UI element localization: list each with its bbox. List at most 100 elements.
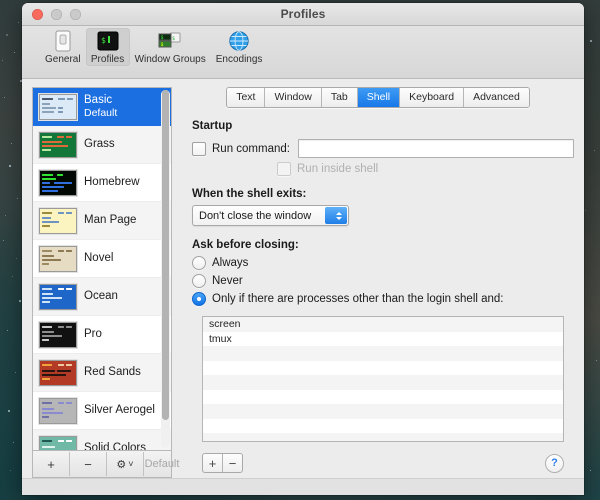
general-prefs-icon <box>50 30 76 52</box>
ask-only-if-processes-label: Only if there are processes other than t… <box>212 293 504 305</box>
profile-name: Man Page <box>84 214 136 227</box>
tab-tab[interactable]: Tab <box>322 88 358 107</box>
shell-exits-dropdown[interactable]: Don't close the window <box>192 205 349 226</box>
shell-settings-pane: Startup Run command: Run inside shell Wh… <box>182 120 574 478</box>
table-row-empty <box>203 419 563 434</box>
profile-name: Grass <box>84 138 115 151</box>
profile-thumbnail <box>39 208 77 234</box>
run-command-label: Run command: <box>212 143 290 155</box>
table-row-empty <box>203 375 563 390</box>
tab-window[interactable]: Window <box>265 88 321 107</box>
profile-name: Homebrew <box>84 176 140 189</box>
settings-tabbar: Text Window Tab Shell Keyboard Advanced <box>182 87 574 108</box>
profile-name: Red Sands <box>84 366 141 379</box>
list-item[interactable]: Solid Colors <box>33 430 171 450</box>
profile-thumbnail <box>39 170 77 196</box>
svg-text:$: $ <box>101 36 106 45</box>
tab-keyboard[interactable]: Keyboard <box>400 88 464 107</box>
profile-thumbnail <box>39 94 77 120</box>
profile-thumbnail <box>39 360 77 386</box>
toolbar-item-window-groups[interactable]: $ $ $ Window Groups <box>130 28 211 66</box>
list-item[interactable]: Grass <box>33 126 171 164</box>
add-process-button[interactable]: + <box>203 454 223 472</box>
toolbar-item-encodings[interactable]: Encodings <box>211 28 268 66</box>
ask-only-if-processes-row[interactable]: Only if there are processes other than t… <box>192 292 574 306</box>
ask-never-radio[interactable] <box>192 274 206 288</box>
table-row-empty <box>203 361 563 376</box>
list-item[interactable]: Ocean <box>33 278 171 316</box>
profile-thumbnail <box>39 284 77 310</box>
profile-default-badge: Default <box>84 107 117 119</box>
profile-thumbnail <box>39 322 77 348</box>
ask-never-row[interactable]: Never <box>192 274 574 288</box>
toolbar-item-profiles[interactable]: $ Profiles <box>86 28 130 66</box>
window-titlebar: Profiles <box>22 3 584 26</box>
ask-before-closing-label: Ask before closing: <box>192 239 574 251</box>
list-item[interactable]: Pro <box>33 316 171 354</box>
tab-advanced[interactable]: Advanced <box>464 88 529 107</box>
profiles-sidebar: Basic Default Grass <box>32 87 172 478</box>
profile-name: Ocean <box>84 290 118 303</box>
main-pane: Text Window Tab Shell Keyboard Advanced … <box>182 87 574 478</box>
profile-name: Solid Colors <box>84 442 146 450</box>
toolbar-item-general[interactable]: General <box>40 28 86 66</box>
list-item[interactable]: Silver Aerogel <box>33 392 171 430</box>
run-inside-shell-label: Run inside shell <box>297 163 378 175</box>
profile-list-toolbar: + − ⚙ ˅ Default <box>32 450 172 478</box>
process-list[interactable]: screen tmux <box>202 316 564 442</box>
profile-actions-gear-button[interactable]: ⚙ ˅ <box>107 452 144 476</box>
profile-list-scrollbar[interactable] <box>161 90 170 448</box>
table-row[interactable]: tmux <box>203 332 563 347</box>
list-item[interactable]: Basic Default <box>33 88 171 126</box>
remove-process-button[interactable]: − <box>223 454 242 472</box>
run-inside-shell-checkbox <box>277 162 291 176</box>
table-row-empty <box>203 433 563 442</box>
tab-shell[interactable]: Shell <box>358 88 400 107</box>
table-row-empty <box>203 404 563 419</box>
toolbar-item-encodings-label: Encodings <box>216 54 263 65</box>
add-profile-button[interactable]: + <box>33 452 70 476</box>
ask-only-if-processes-radio[interactable] <box>192 292 206 306</box>
table-row-empty <box>203 346 563 361</box>
run-inside-shell-row: Run inside shell <box>277 162 574 176</box>
profile-name: Silver Aerogel <box>84 404 155 417</box>
profile-thumbnail <box>39 132 77 158</box>
ask-always-radio[interactable] <box>192 256 206 270</box>
table-row[interactable]: screen <box>203 317 563 332</box>
list-item[interactable]: Red Sands <box>33 354 171 392</box>
svg-text:$: $ <box>161 42 164 48</box>
preferences-toolbar: General $ Profiles $ $ $ Window Groups <box>22 26 584 79</box>
svg-text:$: $ <box>161 35 164 41</box>
help-button[interactable]: ? <box>545 454 564 473</box>
encodings-globe-icon <box>226 30 252 52</box>
run-command-input[interactable] <box>298 139 574 158</box>
startup-section-title: Startup <box>192 120 574 132</box>
ask-always-row[interactable]: Always <box>192 256 574 270</box>
profiles-prefs-icon: $ <box>95 30 121 52</box>
list-item[interactable]: Novel <box>33 240 171 278</box>
window-body: Basic Default Grass <box>22 79 584 478</box>
scrollbar-thumb[interactable] <box>162 90 169 420</box>
toolbar-item-general-label: General <box>45 54 81 65</box>
run-command-checkbox[interactable] <box>192 142 206 156</box>
shell-exits-selected-value: Don't close the window <box>193 210 311 222</box>
toolbar-item-profiles-label: Profiles <box>91 54 124 65</box>
profiles-preferences-window: Profiles General $ Profiles $ $ <box>22 3 584 495</box>
run-command-row: Run command: <box>192 139 574 158</box>
process-add-remove-group: + − <box>202 453 243 473</box>
window-bottom-bar <box>22 478 584 495</box>
toolbar-item-window-groups-label: Window Groups <box>135 54 206 65</box>
list-item[interactable]: Homebrew <box>33 164 171 202</box>
profile-thumbnail <box>39 436 77 451</box>
list-item[interactable]: Man Page <box>33 202 171 240</box>
set-default-button[interactable]: Default <box>144 452 180 476</box>
table-row-empty <box>203 390 563 405</box>
profile-name: Basic <box>84 94 117 107</box>
profile-list[interactable]: Basic Default Grass <box>32 87 172 450</box>
tab-text[interactable]: Text <box>227 88 265 107</box>
chevron-down-icon: ˅ <box>128 459 133 469</box>
process-list-toolbar: + − ? <box>202 448 564 478</box>
svg-text:$: $ <box>172 36 175 42</box>
profile-name: Pro <box>84 328 102 341</box>
remove-profile-button[interactable]: − <box>70 452 107 476</box>
